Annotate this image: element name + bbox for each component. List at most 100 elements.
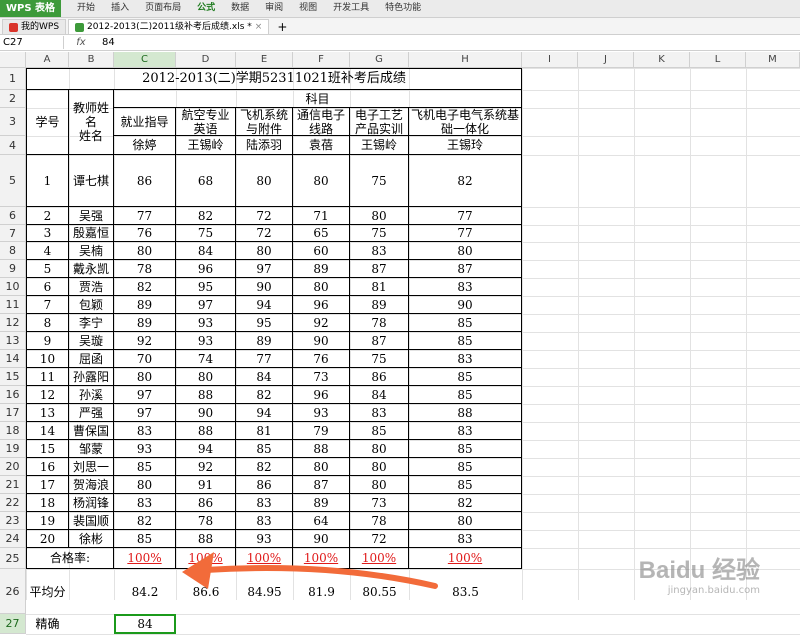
score-cell[interactable]: 82 (176, 207, 236, 225)
average-label[interactable]: 平均分 (26, 569, 69, 614)
score-cell[interactable]: 80 (176, 368, 236, 386)
column-header-E[interactable]: E (236, 52, 293, 68)
score-cell[interactable]: 93 (176, 332, 236, 350)
average-cell[interactable]: 81.9 (293, 569, 350, 614)
score-cell[interactable]: 75 (350, 350, 409, 368)
student-name[interactable]: 曹保国 (69, 422, 114, 440)
formula-input[interactable]: 84 (98, 37, 115, 48)
column-header-J[interactable]: J (578, 52, 634, 68)
student-name[interactable]: 谭七棋 (69, 155, 114, 207)
score-cell[interactable]: 77 (114, 207, 176, 225)
column-header-H[interactable]: H (409, 52, 522, 68)
score-cell[interactable]: 97 (114, 386, 176, 404)
score-cell[interactable]: 86 (350, 368, 409, 386)
menu-item-8[interactable]: 特色功能 (377, 0, 429, 17)
wps-logo-button[interactable]: WPS 表格 (0, 0, 62, 17)
row-header-21[interactable]: 21 (0, 476, 26, 494)
score-cell[interactable]: 87 (350, 260, 409, 278)
score-cell[interactable]: 93 (236, 530, 293, 548)
column-header-A[interactable]: A (26, 52, 69, 68)
teacher-name[interactable]: 陆添羽 (236, 136, 293, 155)
score-cell[interactable]: 73 (293, 368, 350, 386)
student-name[interactable]: 徐彬 (69, 530, 114, 548)
row-header-7[interactable]: 7 (0, 225, 26, 242)
score-cell[interactable]: 88 (176, 530, 236, 548)
score-cell[interactable]: 85 (409, 440, 522, 458)
score-cell[interactable]: 75 (176, 225, 236, 242)
student-name[interactable]: 孙溪 (69, 386, 114, 404)
score-cell[interactable]: 85 (114, 530, 176, 548)
column-header-K[interactable]: K (634, 52, 690, 68)
score-cell[interactable]: 92 (293, 314, 350, 332)
menu-item-7[interactable]: 开发工具 (325, 0, 377, 17)
score-cell[interactable]: 65 (293, 225, 350, 242)
active-cell-selection[interactable] (114, 614, 176, 634)
teacher-name[interactable]: 王锡岭 (350, 136, 409, 155)
score-cell[interactable]: 75 (350, 225, 409, 242)
spreadsheet-grid[interactable]: A B C D E F G H I J K L M 1 2 3 4 5 6 7 8 9 10 11 12 13 14 15 16 17 18… (0, 52, 800, 635)
score-cell[interactable]: 96 (176, 260, 236, 278)
score-cell[interactable]: 85 (409, 332, 522, 350)
function-icon[interactable]: fx (64, 37, 98, 48)
column-header-B[interactable]: B (69, 52, 114, 68)
score-cell[interactable]: 80 (350, 458, 409, 476)
score-cell[interactable]: 85 (114, 458, 176, 476)
tab-workbook[interactable]: 2012-2013(二)2011级补考后成绩.xls * × (68, 19, 270, 34)
student-no[interactable]: 5 (26, 260, 69, 278)
score-cell[interactable]: 72 (350, 530, 409, 548)
score-cell[interactable]: 89 (114, 296, 176, 314)
score-cell[interactable]: 97 (114, 404, 176, 422)
student-name[interactable]: 吴楠 (69, 242, 114, 260)
score-cell[interactable]: 84 (350, 386, 409, 404)
score-cell[interactable]: 87 (350, 332, 409, 350)
score-cell[interactable]: 97 (176, 296, 236, 314)
row-header-9[interactable]: 9 (0, 260, 26, 278)
score-cell[interactable]: 81 (350, 278, 409, 296)
student-no[interactable]: 2 (26, 207, 69, 225)
header-student-no[interactable]: 学号 (26, 90, 69, 155)
score-cell[interactable]: 88 (176, 386, 236, 404)
student-name[interactable]: 贺海浪 (69, 476, 114, 494)
score-cell[interactable]: 77 (409, 207, 522, 225)
score-cell[interactable]: 93 (114, 440, 176, 458)
average-cell[interactable]: 84.2 (114, 569, 176, 614)
score-cell[interactable]: 82 (236, 386, 293, 404)
teacher-name[interactable]: 徐婷 (114, 136, 176, 155)
score-cell[interactable]: 82 (409, 494, 522, 512)
teacher-name[interactable]: 王锡玲 (409, 136, 522, 155)
score-cell[interactable]: 81 (236, 422, 293, 440)
subject-name[interactable]: 飞机系统与附件 (236, 108, 293, 136)
row-header-10[interactable]: 10 (0, 278, 26, 296)
row-header-25[interactable]: 25 (0, 548, 26, 569)
student-name[interactable]: 贾浩 (69, 278, 114, 296)
score-cell[interactable]: 83 (409, 422, 522, 440)
student-no[interactable]: 9 (26, 332, 69, 350)
column-header-F[interactable]: F (293, 52, 350, 68)
student-no[interactable]: 17 (26, 476, 69, 494)
score-cell[interactable]: 79 (293, 422, 350, 440)
score-cell[interactable]: 84 (236, 368, 293, 386)
menu-item-1[interactable]: 插入 (103, 0, 137, 17)
score-cell[interactable]: 96 (293, 296, 350, 314)
menu-item-2[interactable]: 页面布局 (137, 0, 189, 17)
score-cell[interactable]: 77 (409, 225, 522, 242)
score-cell[interactable]: 86 (176, 494, 236, 512)
score-cell[interactable]: 80 (293, 278, 350, 296)
subject-name[interactable]: 航空专业英语 (176, 108, 236, 136)
student-name[interactable]: 殷嘉恒 (69, 225, 114, 242)
menu-item-5[interactable]: 审阅 (257, 0, 291, 17)
row-header-3[interactable]: 3 (0, 108, 26, 136)
score-cell[interactable]: 89 (293, 260, 350, 278)
score-cell[interactable]: 83 (409, 278, 522, 296)
student-no[interactable]: 8 (26, 314, 69, 332)
score-cell[interactable]: 72 (236, 207, 293, 225)
score-cell[interactable]: 83 (114, 494, 176, 512)
student-no[interactable]: 19 (26, 512, 69, 530)
column-header-D[interactable]: D (176, 52, 236, 68)
student-no[interactable]: 7 (26, 296, 69, 314)
row-header-16[interactable]: 16 (0, 386, 26, 404)
pass-rate-cell[interactable]: 100% (176, 548, 236, 569)
score-cell[interactable]: 82 (236, 458, 293, 476)
row-header-23[interactable]: 23 (0, 512, 26, 530)
pass-rate-cell[interactable]: 100% (293, 548, 350, 569)
